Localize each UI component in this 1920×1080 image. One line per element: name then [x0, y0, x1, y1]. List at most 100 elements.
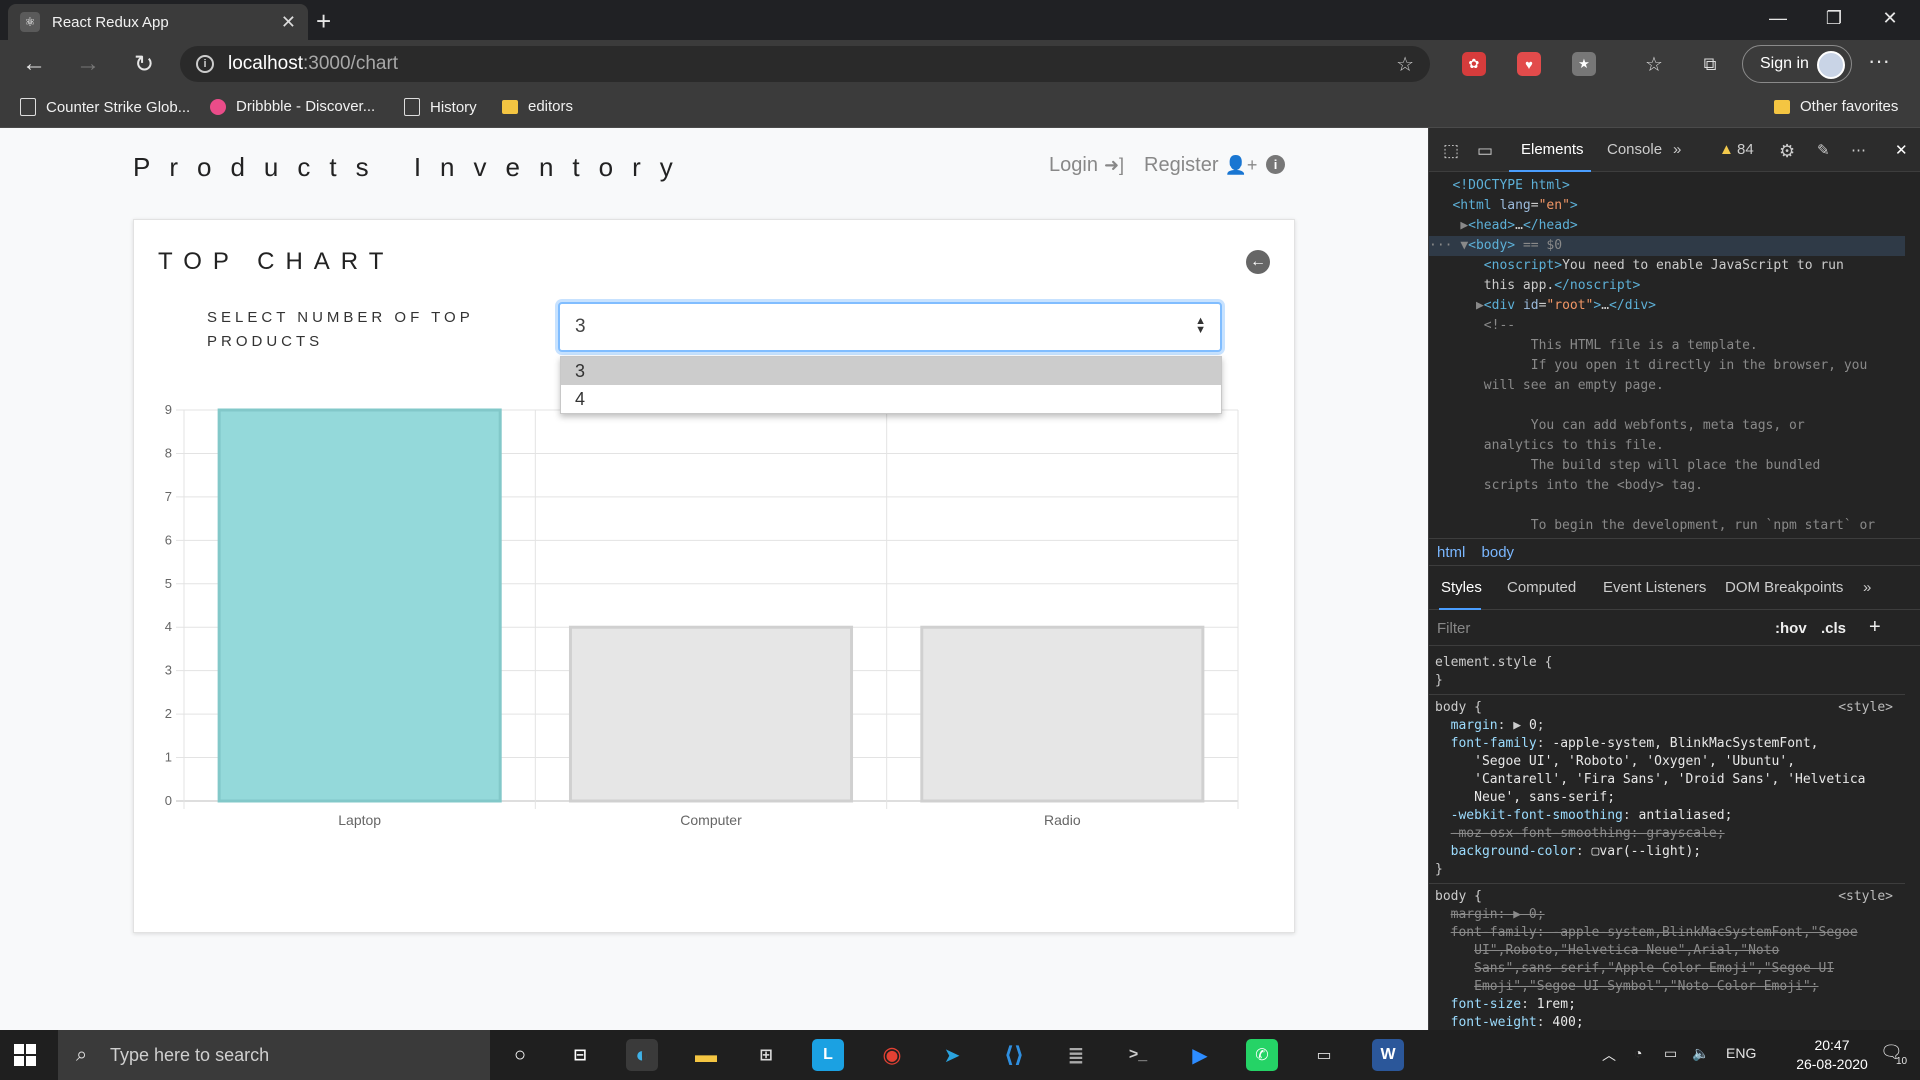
- info-icon[interactable]: i: [1266, 155, 1285, 174]
- tab-computed[interactable]: Computed: [1507, 579, 1576, 596]
- browser-tab[interactable]: ⚛ React Redux App ✕: [8, 4, 308, 40]
- new-tab-icon[interactable]: +: [316, 6, 331, 37]
- terminal-icon[interactable]: >_: [1122, 1039, 1154, 1071]
- bookmark-item[interactable]: History: [404, 98, 477, 116]
- bookmark-label: Dribbble - Discover...: [236, 98, 376, 115]
- file-explorer-icon[interactable]: ▬: [690, 1039, 722, 1071]
- brand-title[interactable]: Products Inventory: [133, 152, 692, 183]
- bookmark-item[interactable]: editors: [502, 98, 573, 115]
- tab-console[interactable]: Console: [1607, 141, 1662, 158]
- clock-time: 20:47: [1814, 1037, 1850, 1053]
- folder-icon: [502, 99, 518, 114]
- styles-pane[interactable]: element.style {} body { <style> margin: …: [1429, 650, 1905, 1030]
- minimize-icon[interactable]: —: [1750, 0, 1806, 36]
- hover-state-toggle[interactable]: :hov: [1775, 620, 1807, 637]
- cmd-icon[interactable]: ▭: [1308, 1039, 1340, 1071]
- vscode-icon[interactable]: ⟨⟩: [998, 1039, 1030, 1071]
- class-toggle[interactable]: .cls: [1821, 620, 1846, 637]
- bookmark-item[interactable]: Dribbble - Discover...: [210, 98, 375, 115]
- back-icon[interactable]: ←: [16, 48, 52, 80]
- folder-icon: [1774, 99, 1790, 114]
- bookmark-item[interactable]: Counter Strike Glob...: [20, 98, 190, 116]
- telegram-icon[interactable]: ➤: [936, 1039, 968, 1071]
- restore-icon[interactable]: ❐: [1806, 0, 1862, 36]
- address-bar[interactable]: i localhost:3000/chart ☆: [180, 46, 1430, 82]
- y-tick-label: 3: [165, 663, 172, 678]
- collections-icon[interactable]: ⧉: [1698, 52, 1722, 76]
- top-count-select[interactable]: 3 ▲ ▼: [558, 302, 1222, 352]
- windows-start-icon[interactable]: [14, 1044, 36, 1066]
- dropdown-option[interactable]: 3: [561, 357, 1221, 385]
- cortana-icon[interactable]: ○: [504, 1039, 536, 1071]
- pocket-extension-icon[interactable]: ♥: [1517, 52, 1541, 76]
- dom-line: <!DOCTYPE html>: [1452, 178, 1570, 193]
- filter-input[interactable]: Filter: [1437, 620, 1470, 637]
- task-view-icon[interactable]: ⊟: [564, 1039, 596, 1071]
- extension-icon[interactable]: ✿: [1462, 52, 1486, 76]
- breadcrumb: html body: [1429, 538, 1920, 566]
- taskbar-search[interactable]: ⌕ Type here to search: [58, 1030, 490, 1080]
- url-path: :3000/chart: [303, 53, 399, 74]
- dom-line: <html lang="en">: [1452, 198, 1578, 213]
- sign-in-button[interactable]: Sign in: [1742, 45, 1852, 83]
- breadcrumb-html[interactable]: html: [1437, 544, 1465, 561]
- word-icon[interactable]: W: [1372, 1039, 1404, 1071]
- store-icon[interactable]: ⊞: [750, 1039, 782, 1071]
- more-options-icon[interactable]: ⋯: [1851, 141, 1866, 159]
- more-menu-icon[interactable]: ···: [1868, 48, 1890, 74]
- favorites-icon[interactable]: ☆: [1642, 52, 1666, 76]
- select-label: SELECT NUMBER OF TOP PRODUCTS: [207, 309, 474, 350]
- bookmark-label: Other favorites: [1800, 98, 1899, 115]
- network-icon[interactable]: ◔: [1634, 1045, 1642, 1061]
- other-favorites[interactable]: Other favorites: [1774, 98, 1898, 115]
- notification-count: 10: [1896, 1056, 1908, 1067]
- bookmark-label: History: [430, 98, 477, 116]
- favorite-star-icon[interactable]: ☆: [1396, 52, 1414, 77]
- dom-line: [1429, 496, 1905, 516]
- devtools-close-icon[interactable]: ✕: [1895, 141, 1908, 159]
- tab-elements[interactable]: Elements: [1521, 141, 1584, 158]
- add-rule-icon[interactable]: +: [1869, 616, 1881, 639]
- whatsapp-icon[interactable]: ✆: [1246, 1039, 1278, 1071]
- bar: [217, 408, 502, 803]
- dom-tree[interactable]: <!DOCTYPE html> <html lang="en"> ▶<head>…: [1429, 172, 1905, 538]
- more-style-tabs-icon[interactable]: »: [1863, 579, 1871, 596]
- bar: [568, 625, 854, 803]
- tab-styles[interactable]: Styles: [1441, 579, 1482, 596]
- register-link[interactable]: Register 👤+: [1144, 154, 1257, 177]
- chrome-icon[interactable]: ◉: [876, 1039, 908, 1071]
- feedback-icon[interactable]: ✎: [1817, 141, 1830, 159]
- language-indicator[interactable]: ENG: [1726, 1045, 1756, 1061]
- dom-line: [1429, 396, 1905, 416]
- react-favicon-icon: ⚛: [20, 12, 40, 32]
- refresh-icon[interactable]: ↻: [126, 48, 162, 80]
- tab-dom-breakpoints[interactable]: DOM Breakpoints: [1725, 579, 1843, 596]
- style-rule: element.style {}: [1429, 650, 1905, 695]
- settings-gear-icon[interactable]: ⚙: [1779, 141, 1795, 162]
- app-l-icon[interactable]: L: [812, 1039, 844, 1071]
- battery-icon[interactable]: ▭: [1664, 1045, 1677, 1062]
- forward-icon[interactable]: →: [70, 48, 106, 80]
- dropdown-option[interactable]: 4: [561, 385, 1221, 413]
- site-info-icon[interactable]: i: [196, 55, 214, 73]
- extension-icon[interactable]: ★: [1572, 52, 1596, 76]
- breadcrumb-body[interactable]: body: [1482, 544, 1515, 561]
- y-tick-label: 6: [165, 532, 172, 547]
- zoom-icon[interactable]: ▶: [1184, 1039, 1216, 1071]
- back-arrow-icon[interactable]: ←: [1246, 250, 1270, 274]
- tab-close-icon[interactable]: ✕: [281, 12, 296, 33]
- login-link[interactable]: Login ➜]: [1049, 154, 1124, 177]
- show-hidden-icons-icon[interactable]: ︿: [1602, 1045, 1616, 1065]
- inspect-icon[interactable]: ⬚: [1443, 141, 1459, 161]
- more-tabs-icon[interactable]: »: [1673, 141, 1681, 158]
- volume-icon[interactable]: 🔈: [1692, 1045, 1709, 1062]
- database-icon[interactable]: ≣: [1060, 1039, 1092, 1071]
- tab-event-listeners[interactable]: Event Listeners: [1603, 579, 1706, 596]
- taskbar-clock[interactable]: 20:47 26-08-2020: [1792, 1036, 1872, 1074]
- x-tick-label: Computer: [680, 812, 742, 828]
- window-close-icon[interactable]: ✕: [1862, 0, 1918, 36]
- select-value: 3: [575, 316, 586, 337]
- device-toolbar-icon[interactable]: ▭: [1477, 141, 1493, 161]
- edge-icon[interactable]: ◐: [626, 1039, 658, 1071]
- warning-icon[interactable]: ▲: [1719, 141, 1734, 158]
